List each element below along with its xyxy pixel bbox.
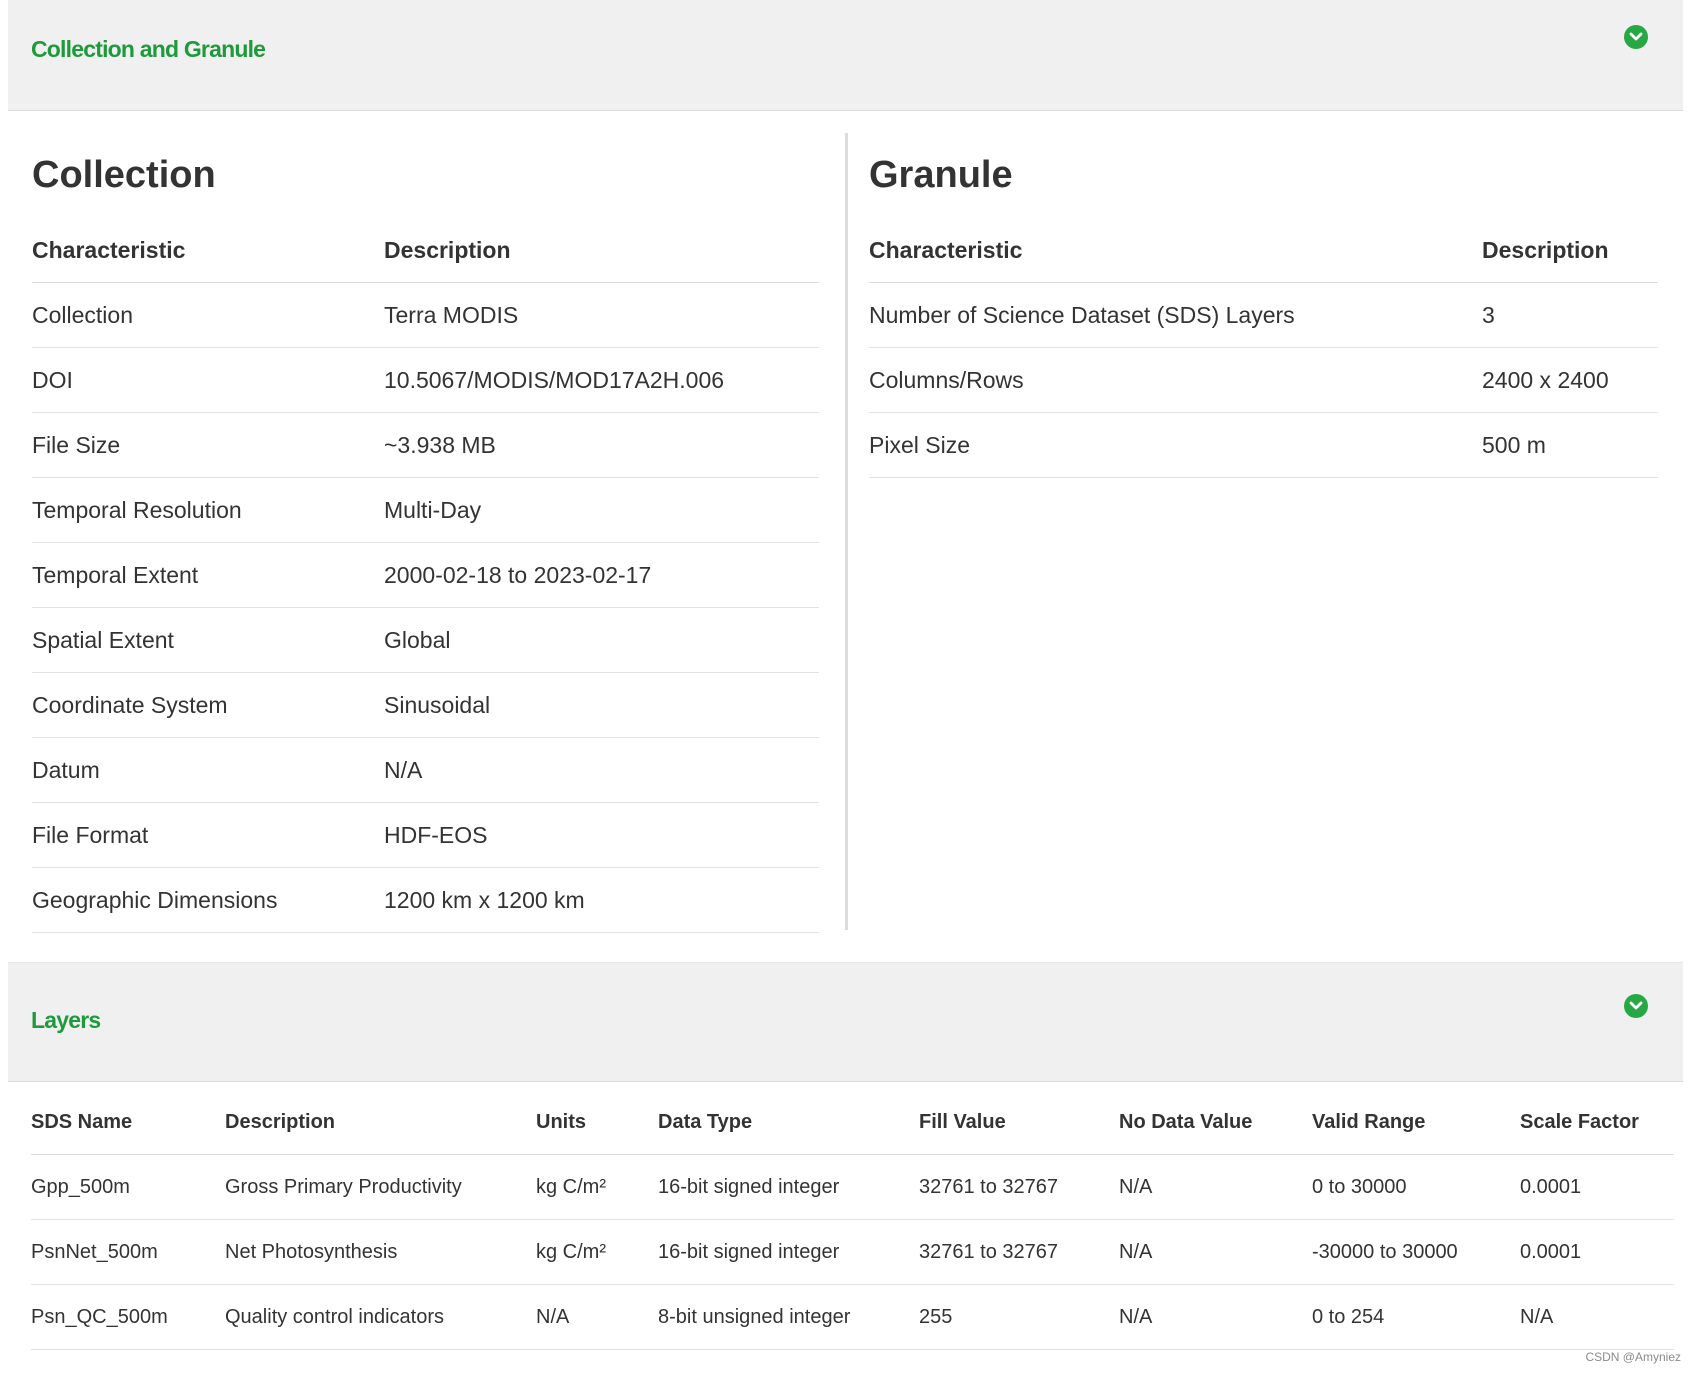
scale-factor-cell: 0.0001: [1520, 1219, 1674, 1285]
fill-value-cell: 255: [919, 1284, 1119, 1350]
valid-range-cell: 0 to 254: [1312, 1284, 1520, 1350]
characteristic-cell: Number of Science Dataset (SDS) Layers: [869, 282, 1482, 348]
sds-name-cell: Psn_QC_500m: [31, 1284, 225, 1350]
column-header-valid-range: Valid Range: [1312, 1090, 1520, 1155]
characteristic-cell: DOI: [32, 347, 384, 413]
table-row: File Size ~3.938 MB: [32, 412, 819, 478]
table-row: Pixel Size 500 m: [869, 412, 1658, 478]
description-cell: Gross Primary Productivity: [225, 1154, 536, 1220]
table-row: PsnNet_500m Net Photosynthesis kg C/m² 1…: [31, 1219, 1674, 1285]
column-header-characteristic: Characteristic: [869, 218, 1482, 283]
section-title: Collection and Granule: [31, 36, 266, 62]
valid-range-cell: 0 to 30000: [1312, 1154, 1520, 1220]
table-header-row: Characteristic Description: [869, 218, 1658, 283]
description-cell: Net Photosynthesis: [225, 1219, 536, 1285]
column-divider: [845, 133, 848, 930]
column-header-sds-name: SDS Name: [31, 1090, 225, 1155]
characteristic-cell: File Size: [32, 412, 384, 478]
sds-name-cell: Gpp_500m: [31, 1154, 225, 1220]
characteristic-cell: Datum: [32, 737, 384, 803]
granule-heading: Granule: [869, 154, 1013, 196]
data-type-cell: 16-bit signed integer: [658, 1154, 919, 1220]
description-cell: N/A: [384, 737, 819, 803]
column-header-scale-factor: Scale Factor: [1520, 1090, 1674, 1155]
description-cell: ~3.938 MB: [384, 412, 819, 478]
description-cell: Terra MODIS: [384, 282, 819, 348]
no-data-value-cell: N/A: [1119, 1284, 1312, 1350]
data-type-cell: 16-bit signed integer: [658, 1219, 919, 1285]
table-header-row: SDS Name Description Units Data Type Fil…: [31, 1090, 1674, 1155]
description-cell: 2000-02-18 to 2023-02-17: [384, 542, 819, 608]
table-row: Number of Science Dataset (SDS) Layers 3: [869, 282, 1658, 348]
description-cell: Global: [384, 607, 819, 673]
table-row: Spatial Extent Global: [32, 607, 819, 673]
column-header-fill-value: Fill Value: [919, 1090, 1119, 1155]
table-row: DOI 10.5067/MODIS/MOD17A2H.006: [32, 347, 819, 413]
table-row: Collection Terra MODIS: [32, 282, 819, 348]
table-row: Temporal Extent 2000-02-18 to 2023-02-17: [32, 542, 819, 608]
table-row: File Format HDF-EOS: [32, 802, 819, 868]
no-data-value-cell: N/A: [1119, 1154, 1312, 1220]
characteristic-cell: Temporal Resolution: [32, 477, 384, 543]
table-row: Coordinate System Sinusoidal: [32, 672, 819, 738]
table-row: Psn_QC_500m Quality control indicators N…: [31, 1284, 1674, 1350]
column-header-description: Description: [225, 1090, 536, 1155]
table-header-row: Characteristic Description: [32, 218, 819, 283]
page: Collection and Granule Collection Charac…: [8, 0, 1683, 1374]
units-cell: kg C/m²: [536, 1219, 658, 1285]
units-cell: kg C/m²: [536, 1154, 658, 1220]
valid-range-cell: -30000 to 30000: [1312, 1219, 1520, 1285]
layers-table: SDS Name Description Units Data Type Fil…: [31, 1090, 1674, 1350]
scale-factor-cell: 0.0001: [1520, 1154, 1674, 1220]
table-row: Columns/Rows 2400 x 2400: [869, 347, 1658, 413]
table-row: Gpp_500m Gross Primary Productivity kg C…: [31, 1154, 1674, 1220]
characteristic-cell: Collection: [32, 282, 384, 348]
fill-value-cell: 32761 to 32767: [919, 1154, 1119, 1220]
characteristic-cell: Pixel Size: [869, 412, 1482, 478]
column-header-description: Description: [1482, 218, 1658, 283]
scale-factor-cell: N/A: [1520, 1284, 1674, 1350]
table-row: Geographic Dimensions 1200 km x 1200 km: [32, 867, 819, 933]
data-type-cell: 8-bit unsigned integer: [658, 1284, 919, 1350]
characteristic-cell: Spatial Extent: [32, 607, 384, 673]
collection-granule-header[interactable]: Collection and Granule: [8, 0, 1683, 111]
column-header-description: Description: [384, 218, 819, 283]
characteristic-cell: Columns/Rows: [869, 347, 1482, 413]
description-cell: 1200 km x 1200 km: [384, 867, 819, 933]
fill-value-cell: 32761 to 32767: [919, 1219, 1119, 1285]
layers-header[interactable]: Layers: [8, 962, 1683, 1082]
table-row: Datum N/A: [32, 737, 819, 803]
no-data-value-cell: N/A: [1119, 1219, 1312, 1285]
description-cell: Multi-Day: [384, 477, 819, 543]
column-header-units: Units: [536, 1090, 658, 1155]
table-row: Temporal Resolution Multi-Day: [32, 477, 819, 543]
column-header-no-data-value: No Data Value: [1119, 1090, 1312, 1155]
collection-table: Characteristic Description Collection Ter…: [32, 218, 819, 933]
characteristic-cell: Coordinate System: [32, 672, 384, 738]
units-cell: N/A: [536, 1284, 658, 1350]
characteristic-cell: File Format: [32, 802, 384, 868]
characteristic-cell: Temporal Extent: [32, 542, 384, 608]
chevron-down-circle-icon[interactable]: [1624, 25, 1648, 49]
description-cell: 2400 x 2400: [1482, 347, 1658, 413]
section-title: Layers: [31, 1007, 101, 1033]
granule-table: Characteristic Description Number of Sci…: [869, 218, 1658, 478]
chevron-down-circle-icon[interactable]: [1624, 994, 1648, 1018]
sds-name-cell: PsnNet_500m: [31, 1219, 225, 1285]
characteristic-cell: Geographic Dimensions: [32, 867, 384, 933]
description-cell: 10.5067/MODIS/MOD17A2H.006: [384, 347, 819, 413]
description-cell: 500 m: [1482, 412, 1658, 478]
watermark: CSDN @Amyniez: [1585, 1350, 1681, 1364]
description-cell: Sinusoidal: [384, 672, 819, 738]
description-cell: Quality control indicators: [225, 1284, 536, 1350]
description-cell: 3: [1482, 282, 1658, 348]
description-cell: HDF-EOS: [384, 802, 819, 868]
collection-heading: Collection: [32, 154, 216, 196]
column-header-characteristic: Characteristic: [32, 218, 384, 283]
column-header-data-type: Data Type: [658, 1090, 919, 1155]
